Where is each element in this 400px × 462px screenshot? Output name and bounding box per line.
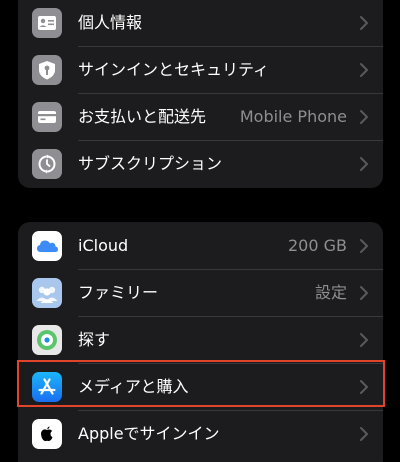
row-value: 200 GB (288, 236, 347, 255)
chevron-right-icon (359, 109, 369, 125)
row-signin-security[interactable]: サインインとセキュリティ (18, 47, 383, 93)
subscription-icon (32, 149, 62, 179)
chevron-right-icon (359, 238, 369, 254)
family-icon (32, 278, 62, 308)
row-value: Mobile Phone (239, 107, 347, 126)
apple-logo-icon (32, 419, 62, 449)
row-sign-in-with-apple[interactable]: Appleでサインイン (18, 411, 383, 457)
person-card-icon (32, 8, 62, 38)
find-my-icon (32, 325, 62, 355)
app-store-icon (32, 372, 62, 402)
chevron-right-icon (359, 285, 369, 301)
icloud-icon (32, 231, 62, 261)
chevron-right-icon (359, 379, 369, 395)
settings-screen: 個人情報 サインインとセキュリティ お支払いと配送先 Mobile Phone … (0, 0, 400, 462)
row-label: サインインとセキュリティ (78, 60, 270, 79)
account-settings-group: 個人情報 サインインとセキュリティ お支払いと配送先 Mobile Phone … (18, 0, 383, 188)
row-label: iCloud (78, 236, 129, 255)
row-icloud[interactable]: iCloud 200 GB (18, 223, 383, 269)
row-label: 探す (78, 330, 111, 349)
chevron-right-icon (359, 62, 369, 78)
row-personal-info[interactable]: 個人情報 (18, 0, 383, 46)
chevron-right-icon (359, 156, 369, 172)
credit-card-icon (32, 102, 62, 132)
row-label: メディアと購入 (78, 377, 189, 396)
row-subscriptions[interactable]: サブスクリプション (18, 141, 383, 187)
row-payment-shipping[interactable]: お支払いと配送先 Mobile Phone (18, 94, 383, 140)
chevron-right-icon (359, 426, 369, 442)
row-family[interactable]: ファミリー 設定 (18, 270, 383, 316)
key-shield-icon (32, 55, 62, 85)
row-label: 個人情報 (78, 13, 143, 32)
services-settings-group: iCloud 200 GB ファミリー 設定 探す メディアと購入 Appleで… (18, 222, 383, 462)
row-label: Appleでサインイン (78, 424, 220, 443)
row-media-purchases[interactable]: メディアと購入 (18, 364, 383, 410)
row-label: ファミリー (78, 283, 159, 302)
row-label: お支払いと配送先 (78, 107, 207, 126)
row-label: サブスクリプション (78, 154, 223, 173)
row-find-my[interactable]: 探す (18, 317, 383, 363)
row-value: 設定 (314, 283, 347, 302)
chevron-right-icon (359, 332, 369, 348)
chevron-right-icon (359, 15, 369, 31)
